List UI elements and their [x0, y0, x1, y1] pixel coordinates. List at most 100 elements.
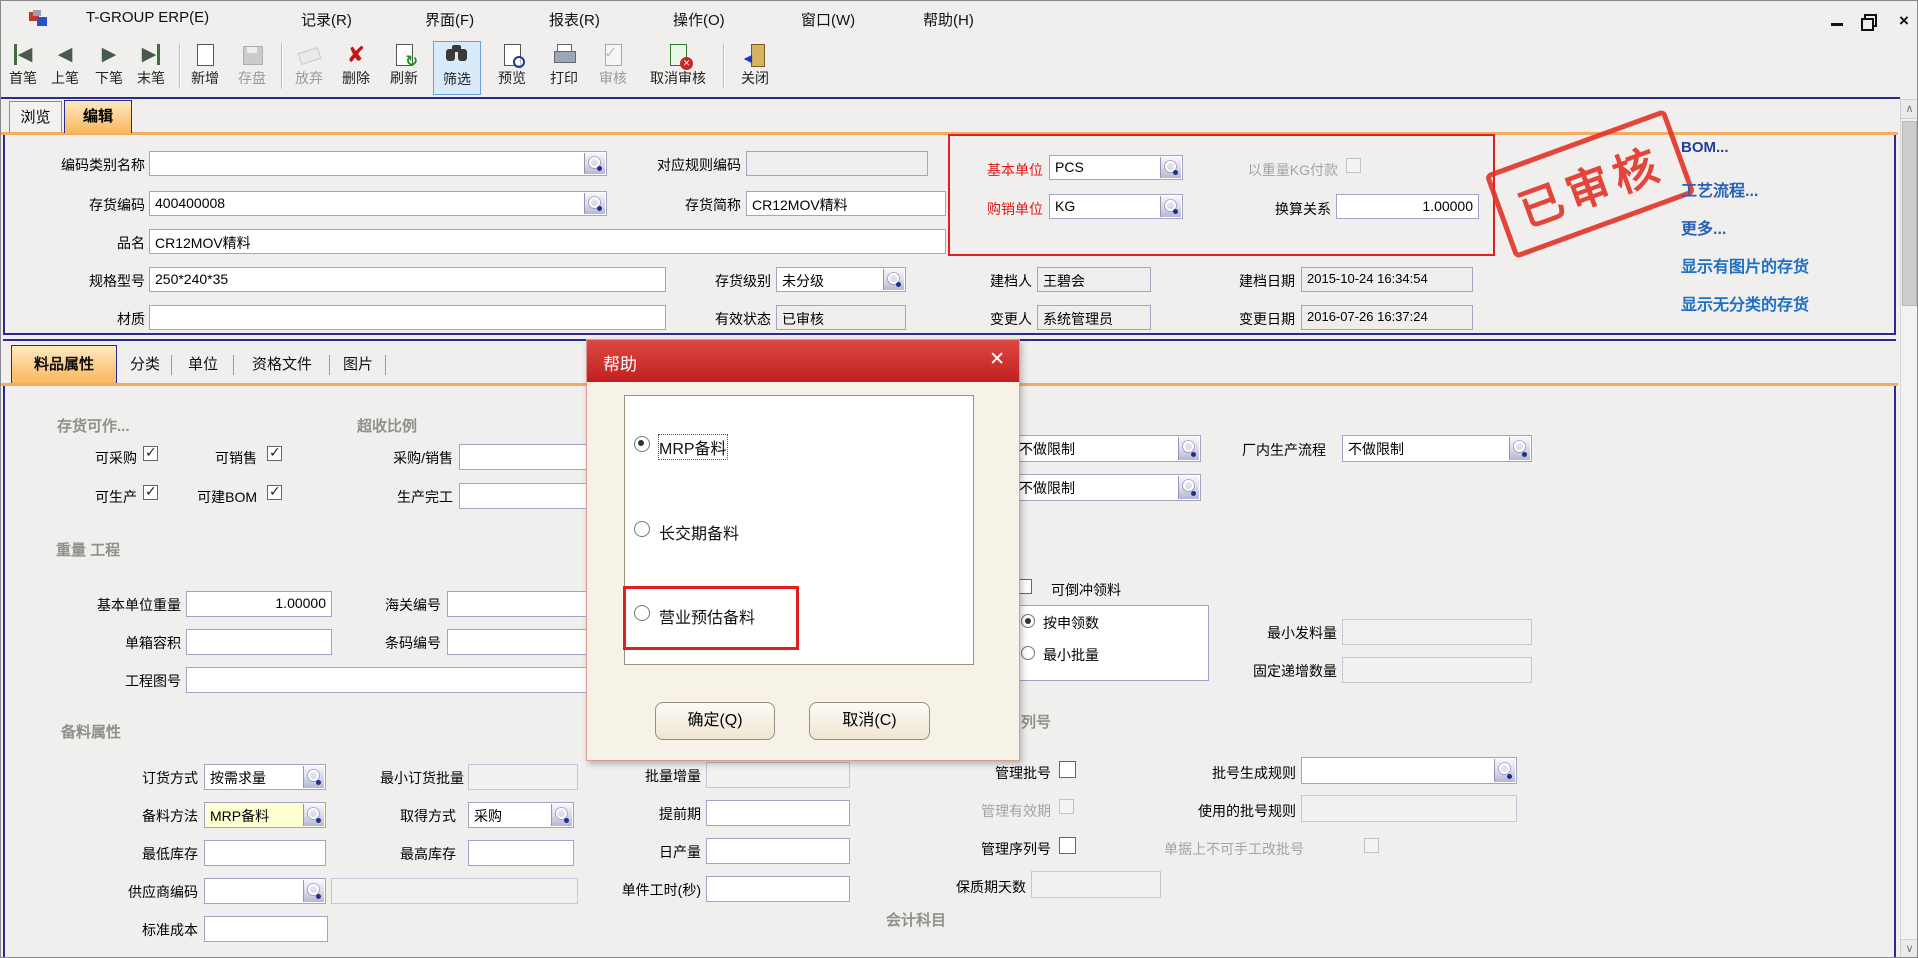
menu-window[interactable]: 窗口(W) [801, 9, 855, 30]
scroll-down-button[interactable]: ∨ [1900, 939, 1918, 958]
supplier-code-field[interactable] [204, 878, 326, 904]
base-unit-label: 基本单位 [963, 160, 1043, 180]
max-stock-field[interactable] [468, 840, 574, 866]
lookup-icon[interactable] [303, 804, 324, 826]
prep-method-field[interactable]: MRP备料 [204, 802, 326, 828]
lookup-icon[interactable] [551, 804, 572, 826]
menu-ui[interactable]: 界面(F) [425, 9, 474, 30]
code-type-field[interactable] [149, 151, 607, 176]
toolbar-refresh-button[interactable]: ↻刷新 [383, 41, 425, 95]
by-request-radio[interactable] [1021, 614, 1035, 628]
toolbar-delete-button[interactable]: ✘删除 [335, 41, 377, 95]
no-manual-batch-label: 单据上不可手工改批号 [1164, 839, 1359, 859]
restore-button[interactable] [1859, 11, 1881, 29]
cancel-button[interactable]: 取消(C) [809, 702, 930, 740]
toolbar-first-button[interactable]: ◀首笔 [3, 41, 43, 95]
dialog-close-icon[interactable]: ✕ [989, 348, 1005, 371]
close-window-button[interactable]: × [1893, 11, 1915, 29]
lookup-icon[interactable] [303, 766, 324, 788]
menu-help[interactable]: 帮助(H) [923, 9, 974, 30]
toolbar-close-button[interactable]: ◄关闭 [733, 41, 777, 95]
toolbar-filter-button[interactable]: 筛选 [433, 41, 481, 95]
acquire-mode-field[interactable]: 采购 [468, 802, 574, 828]
tab-image[interactable]: 图片 [333, 351, 383, 379]
inv-abbr-field[interactable]: CR12MOV精料 [746, 191, 946, 216]
toolbar-preview-button[interactable]: 预览 [489, 41, 535, 95]
spec-field[interactable]: 250*240*35 [149, 267, 666, 292]
order-mode-field[interactable]: 按需求量 [204, 764, 326, 790]
mrp-prep-radio[interactable] [634, 436, 650, 452]
lead-time-field[interactable] [706, 800, 850, 826]
restriction-field-2[interactable]: 不做限制 [1013, 474, 1201, 501]
min-lot-radio[interactable] [1021, 646, 1035, 660]
help-dialog: 帮助 ✕ MRP备料 长交期备料 营业预估备料 确定(Q) 取消(C) [586, 339, 1020, 761]
name-field[interactable]: CR12MOV精料 [149, 229, 946, 254]
link-show-with-image[interactable]: 显示有图片的存货 [1681, 253, 1906, 277]
restriction-field-1[interactable]: 不做限制 [1013, 435, 1201, 462]
tab-qualification-files[interactable]: 资格文件 [237, 351, 327, 379]
sellable-checkbox[interactable] [267, 446, 282, 461]
purchasable-checkbox[interactable] [143, 446, 158, 461]
trade-unit-field[interactable]: KG [1049, 194, 1183, 219]
toolbar-next-button[interactable]: ▶下笔 [89, 41, 129, 95]
manage-batch-checkbox[interactable] [1059, 761, 1076, 778]
inv-code-field[interactable]: 400400008 [149, 191, 607, 216]
toolbar-prev-button[interactable]: ◀上笔 [45, 41, 85, 95]
tab-classification[interactable]: 分类 [121, 351, 169, 379]
lookup-icon[interactable] [1160, 157, 1181, 178]
link-bom[interactable]: BOM... [1681, 139, 1906, 156]
tab-browse[interactable]: 浏览 [9, 101, 62, 132]
manage-serial-checkbox[interactable] [1059, 837, 1076, 854]
dialog-titlebar[interactable] [587, 340, 1019, 382]
toolbar-last-button[interactable]: ▶末笔 [131, 41, 171, 95]
tab-item-properties[interactable]: 料品属性 [11, 345, 117, 383]
scroll-up-button[interactable]: ∧ [1900, 99, 1918, 119]
menu-report[interactable]: 报表(R) [549, 9, 600, 30]
bom-allowed-checkbox[interactable] [267, 485, 282, 500]
material-label: 材质 [45, 309, 145, 329]
unit-weight-field[interactable]: 1.00000 [186, 591, 332, 617]
unit-time-field[interactable] [706, 876, 850, 902]
lookup-icon[interactable] [1494, 759, 1515, 782]
min-stock-field[interactable] [204, 840, 326, 866]
std-cost-field[interactable] [204, 916, 328, 942]
toolbar-unaudit-button[interactable]: ✕取消审核 [641, 41, 715, 95]
toolbar-print-button[interactable]: 打印 [543, 41, 585, 95]
lookup-icon[interactable] [1178, 476, 1199, 499]
pay-by-kg-checkbox [1346, 158, 1361, 173]
ok-button[interactable]: 确定(Q) [655, 702, 775, 740]
scrollbar-thumb[interactable] [1902, 121, 1917, 306]
ratio-field[interactable]: 1.00000 [1336, 194, 1479, 219]
menu-record[interactable]: 记录(R) [301, 9, 352, 30]
toolbar-new-button[interactable]: 新增 [185, 41, 225, 95]
max-stock-label: 最高库存 [356, 844, 456, 864]
mrp-prep-label[interactable]: MRP备料 [659, 435, 727, 459]
minimize-button[interactable] [1827, 11, 1849, 29]
batch-rule-field[interactable] [1301, 757, 1517, 784]
base-unit-field[interactable]: PCS [1049, 155, 1183, 180]
material-field[interactable] [149, 305, 666, 330]
link-more[interactable]: 更多... [1681, 215, 1906, 239]
long-lead-prep-label[interactable]: 长交期备料 [659, 520, 739, 544]
box-volume-field[interactable] [186, 629, 332, 655]
shelf-life-field [1031, 871, 1161, 898]
lookup-icon[interactable] [584, 193, 605, 214]
link-process-flow[interactable]: 工艺流程... [1681, 177, 1906, 201]
link-show-unclassified[interactable]: 显示无分类的存货 [1681, 291, 1906, 315]
lookup-icon[interactable] [1509, 437, 1530, 460]
lookup-icon[interactable] [1178, 437, 1199, 460]
inv-code-label: 存货编码 [45, 195, 145, 215]
lookup-icon[interactable] [883, 269, 904, 290]
producible-checkbox[interactable] [143, 485, 158, 500]
long-lead-prep-radio[interactable] [634, 521, 650, 537]
rule-code-label: 对应规则编码 [601, 155, 741, 175]
daily-output-field[interactable] [706, 838, 850, 864]
factory-flow-field[interactable]: 不做限制 [1342, 435, 1532, 462]
lookup-icon[interactable] [1160, 196, 1181, 217]
level-field[interactable]: 未分级 [776, 267, 906, 292]
menu-file[interactable]: T-GROUP ERP(E) [86, 9, 209, 26]
tab-edit[interactable]: 编辑 [64, 100, 132, 133]
tab-unit[interactable]: 单位 [175, 351, 231, 379]
lookup-icon[interactable] [303, 880, 324, 902]
menu-action[interactable]: 操作(O) [673, 9, 725, 30]
